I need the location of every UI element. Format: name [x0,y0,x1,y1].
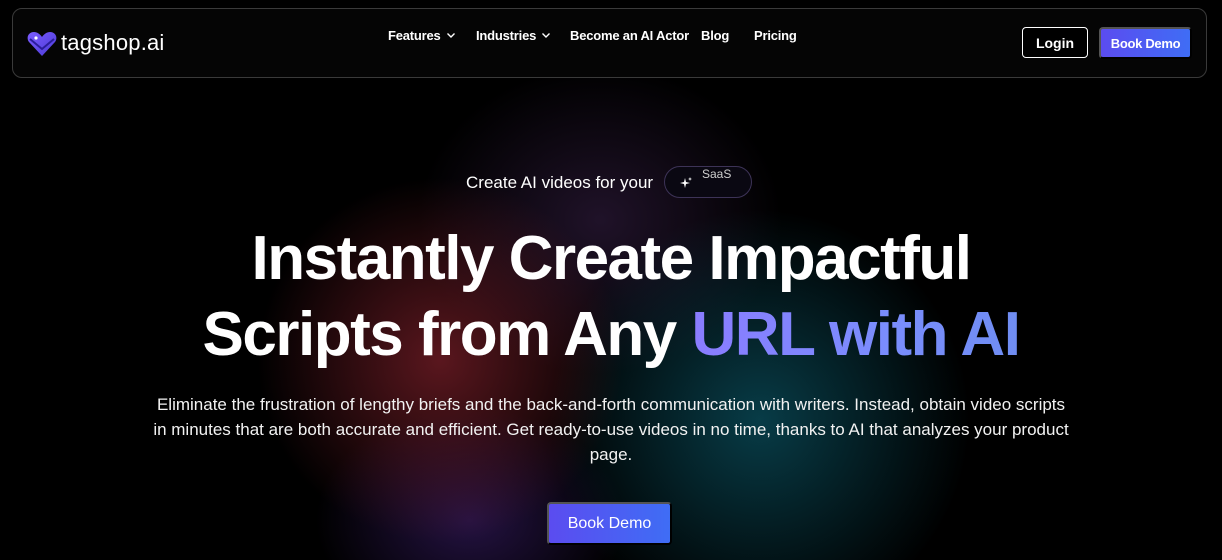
headline-line-1: Instantly Create Impactful [251,224,972,293]
nav-item-industries[interactable]: Industries [476,28,551,43]
brand-logo[interactable]: tagshop.ai [27,29,165,57]
chevron-down-icon [542,33,551,38]
chevron-down-icon [446,33,455,38]
hero-description: Eliminate the frustration of lengthy bri… [153,395,1069,464]
rotating-word: SaaS [702,167,732,181]
tagline-text: Create AI videos for your [466,173,654,192]
nav-item-blog[interactable]: Blog [701,28,729,43]
nav-item-label: Pricing [754,27,797,43]
landing-page: tagshop.ai Features Industries Become an… [0,0,1222,560]
heart-tag-icon [27,32,57,56]
book-demo-hero-button[interactable]: Book Demo [547,502,672,545]
navbar: tagshop.ai Features Industries Become an… [12,8,1207,78]
nav-item-label: Industries [476,27,537,43]
nav-item-become-ai-actor[interactable]: Become an AI Actor [570,28,689,43]
headline-line-2: Scripts from Any [202,300,692,369]
sparkle-icon [680,177,692,188]
hero-headline: Instantly Create Impactful Scripts from … [0,221,1222,373]
hero-tagline: Create AI videos for your SaaS [0,166,1222,198]
brand-name: tagshop.ai [61,30,165,55]
nav-item-label: Features [388,27,441,43]
nav-item-features[interactable]: Features [388,28,456,43]
nav-item-label: Blog [701,27,730,43]
rotating-word-pill: SaaS [664,166,752,198]
book-demo-nav-button[interactable]: Book Demo [1099,27,1192,59]
login-button[interactable]: Login [1022,27,1088,58]
nav-item-pricing[interactable]: Pricing [754,28,797,43]
headline-accent: URL with AI [691,300,1021,369]
nav-item-label: Become an AI Actor [570,27,689,43]
